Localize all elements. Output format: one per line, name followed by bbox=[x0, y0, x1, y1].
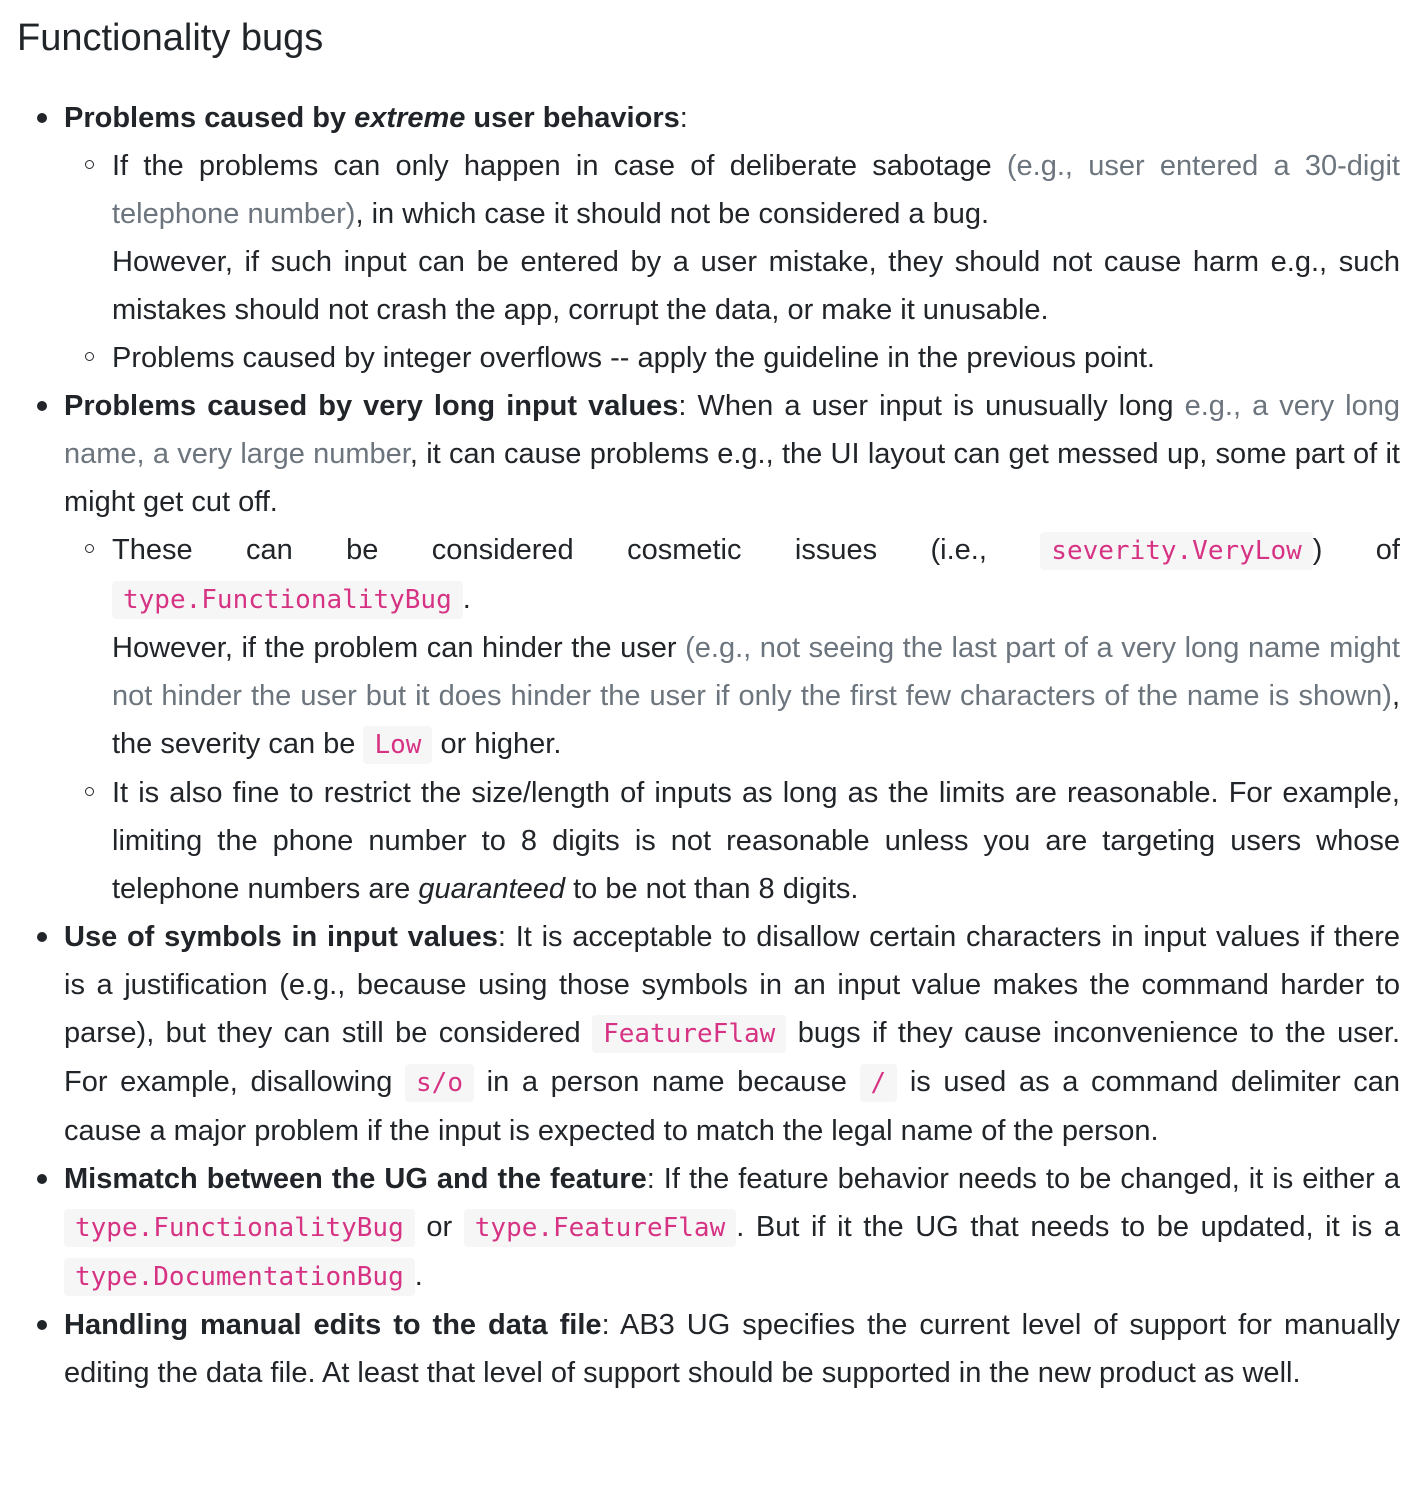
sub-item-restrict-size: It is also fine to restrict the size/len… bbox=[85, 769, 1400, 913]
item-title: Use of symbols in input values bbox=[64, 921, 498, 953]
list-item-symbols: Use of symbols in input values: It is ac… bbox=[37, 913, 1400, 1155]
inline-code: / bbox=[859, 1064, 898, 1102]
inline-code: type.FunctionalityBug bbox=[112, 581, 463, 619]
paragraph-continuation: However, if the problem can hinder the u… bbox=[112, 624, 1400, 769]
list-item-extreme-behaviors: Problems caused by extreme user behavior… bbox=[37, 94, 1400, 382]
sub-item-sabotage: If the problems can only happen in case … bbox=[85, 142, 1400, 334]
inline-code: s/o bbox=[405, 1064, 474, 1102]
inline-code: type.FeatureFlaw bbox=[463, 1209, 737, 1247]
sub-item-integer-overflow: Problems caused by integer overflows -- … bbox=[85, 334, 1400, 382]
paragraph-continuation: However, if such input can be entered by… bbox=[112, 246, 1400, 326]
document-page: Functionality bugs Problems caused by ex… bbox=[0, 0, 1424, 1397]
list-item-ug-mismatch: Mismatch between the UG and the feature:… bbox=[37, 1155, 1400, 1301]
list-item-long-input: Problems caused by very long input value… bbox=[37, 382, 1400, 913]
sub-item-cosmetic: These can be considered cosmetic issues … bbox=[85, 526, 1400, 769]
inline-code: FeatureFlaw bbox=[592, 1015, 787, 1053]
inline-code: type.DocumentationBug bbox=[64, 1258, 415, 1296]
item-title: Handling manual edits to the data file bbox=[64, 1309, 602, 1341]
section-heading: Functionality bugs bbox=[17, 17, 324, 59]
item-title: Problems caused by extreme user behavior… bbox=[64, 102, 680, 134]
item-title: Problems caused by very long input value… bbox=[64, 390, 679, 422]
inline-code: Low bbox=[363, 726, 433, 764]
item-title: Mismatch between the UG and the feature bbox=[64, 1163, 647, 1195]
inline-code: type.FunctionalityBug bbox=[64, 1209, 415, 1247]
bug-category-list: Problems caused by extreme user behavior… bbox=[17, 94, 1400, 1397]
sub-list: If the problems can only happen in case … bbox=[64, 142, 1400, 382]
sub-list: These can be considered cosmetic issues … bbox=[64, 526, 1400, 913]
list-item-manual-edits: Handling manual edits to the data file: … bbox=[37, 1301, 1400, 1397]
inline-code: severity.VeryLow bbox=[1040, 532, 1313, 570]
